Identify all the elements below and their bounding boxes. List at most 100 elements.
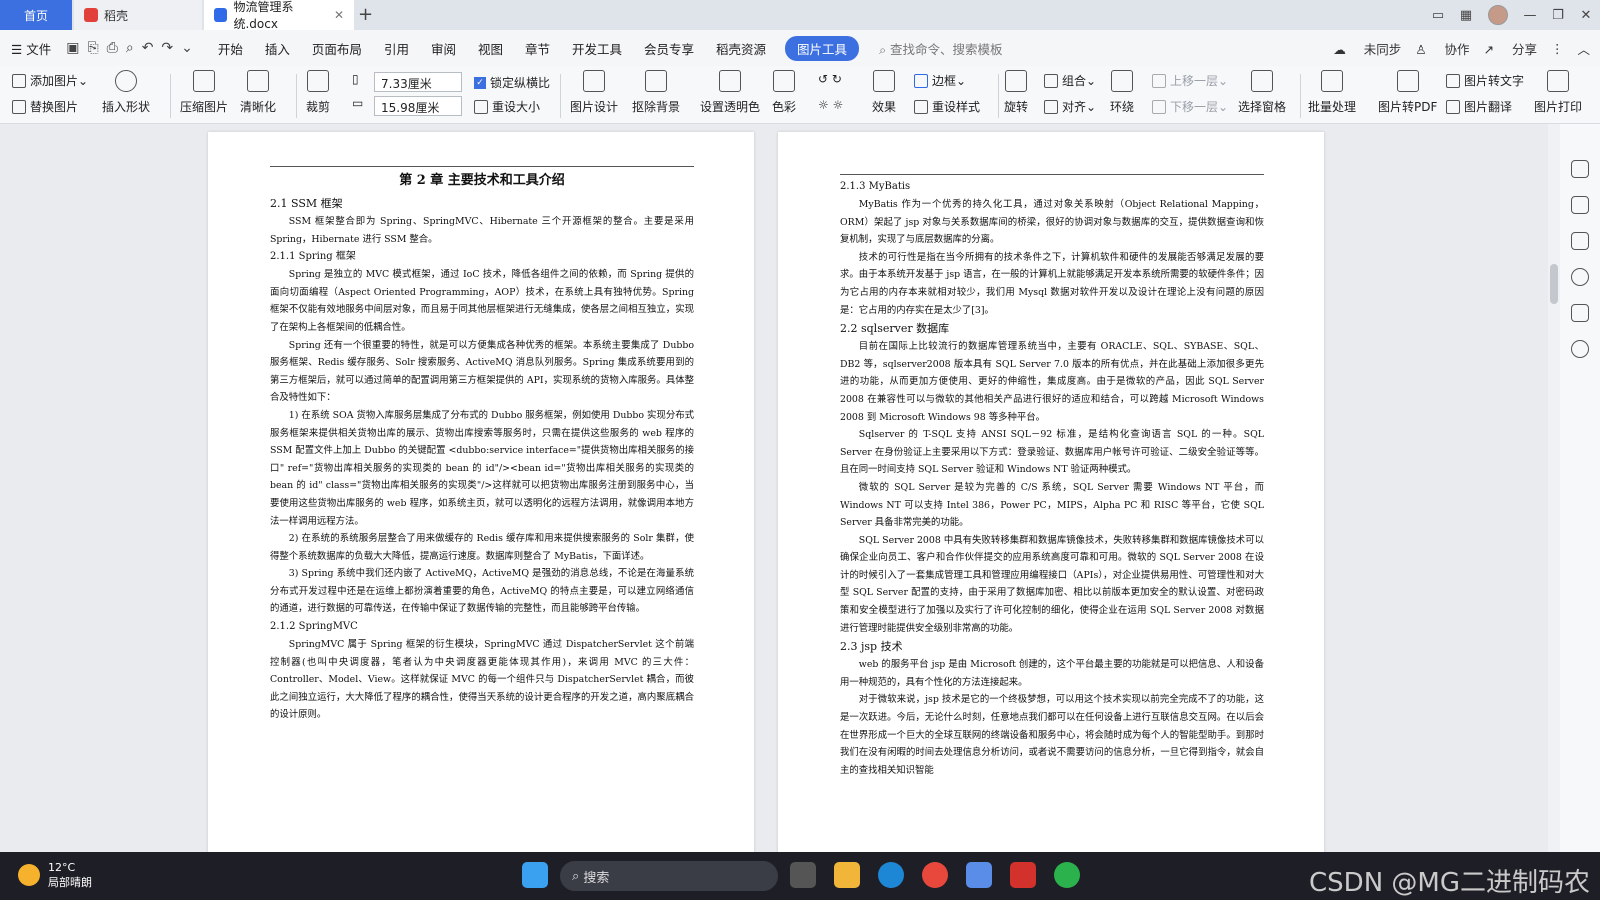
paragraph[interactable]: 微软的 SQL Server 是较为完善的 C/S 系统，SQL Server …	[840, 479, 1264, 532]
add-tab-icon[interactable]: +	[358, 4, 373, 25]
restore-icon[interactable]: ❐	[1544, 8, 1572, 23]
windows-start-icon[interactable]	[522, 862, 548, 888]
paragraph[interactable]: Sqlserver 的 T-SQL 支持 ANSI SQL－92 标准，是结构化…	[840, 426, 1264, 479]
print-icon[interactable]: ⎙	[103, 40, 122, 56]
vertical-scrollbar[interactable]	[1548, 124, 1560, 852]
image-edit-icon[interactable]	[1571, 304, 1589, 322]
paragraph[interactable]: 1) 在系统 SOA 货物入库服务层集成了分布式的 Dubbo 服务框架，例如使…	[270, 407, 694, 530]
command-search[interactable]: ⌕ 查找命令、搜索模板	[879, 39, 1003, 58]
document-canvas[interactable]: 第 2 章 主要技术和工具介绍 2.1 SSM 框架 SSM 框架整合即为 Sp…	[0, 124, 1548, 852]
chevron-down-icon[interactable]: ⌄	[177, 40, 197, 56]
avatar[interactable]	[1488, 5, 1508, 25]
wps-icon[interactable]	[1010, 862, 1036, 888]
menu-review[interactable]: 审阅	[420, 39, 467, 58]
height-input[interactable]: 15.98厘米	[374, 96, 462, 116]
to-pdf-button[interactable]: 图片转PDF	[1378, 70, 1437, 115]
pen-icon[interactable]	[1571, 160, 1589, 178]
border-button[interactable]: 边框 ⌄	[914, 72, 966, 89]
menu-view[interactable]: 视图	[467, 39, 514, 58]
tab-daoke[interactable]: 稻壳	[74, 0, 202, 30]
remove-background-button[interactable]: 抠除背景	[632, 70, 680, 115]
paragraph[interactable]: SQL Server 2008 中具有失败转移集群和数据库镜像技术，失败转移集群…	[840, 532, 1264, 638]
app-icon[interactable]	[966, 862, 992, 888]
help-icon[interactable]	[1571, 268, 1589, 286]
menu-layout[interactable]: 页面布局	[301, 39, 373, 58]
menu-devtools[interactable]: 开发工具	[561, 39, 633, 58]
paragraph[interactable]: 对于微软来说，jsp 技术是它的一个终极梦想，可以用这个技术实现以前完全完成不了…	[840, 691, 1264, 779]
batch-process-button[interactable]: 批量处理	[1308, 70, 1356, 115]
save-icon[interactable]: ▣	[62, 40, 83, 56]
menu-insert[interactable]: 插入	[254, 39, 301, 58]
compress-button[interactable]: 压缩图片	[180, 70, 228, 115]
brightness-icon[interactable]: ☼ ☼	[818, 98, 843, 112]
paragraph[interactable]: Spring 是独立的 MVC 模式框架，通过 IoC 技术，降低各组件之间的依…	[270, 266, 694, 336]
to-text-button[interactable]: 图片转文字	[1446, 72, 1524, 89]
undo-icon[interactable]: ↶	[138, 40, 158, 56]
page-text-right[interactable]: 2.1.3 MyBatis MyBatis 作为一个优秀的持久化工具，通过对象关…	[840, 178, 1264, 779]
menu-member[interactable]: 会员专享	[633, 39, 705, 58]
section-heading[interactable]: 2.1 SSM 框架	[270, 194, 694, 213]
menu-chapter[interactable]: 章节	[514, 39, 561, 58]
paragraph[interactable]: Spring 还有一个很重要的特性，就是可以方便集成各种优秀的框架。本系统主要集…	[270, 337, 694, 407]
menu-daoke-resources[interactable]: 稻壳资源	[705, 39, 777, 58]
store-icon[interactable]	[790, 862, 816, 888]
paragraph[interactable]: web 的服务平台 jsp 是由 Microsoft 创建的，这个平台最主要的功…	[840, 656, 1264, 691]
menu-reference[interactable]: 引用	[373, 39, 420, 58]
wechat-icon[interactable]	[1054, 862, 1080, 888]
sharpen-button[interactable]: 清晰化	[240, 70, 276, 115]
chrome-icon[interactable]	[922, 862, 948, 888]
paragraph[interactable]: 3) Spring 系统中我们还内嵌了 ActiveMQ，ActiveMQ 是强…	[270, 565, 694, 618]
picture-design-button[interactable]: 图片设计	[570, 70, 618, 115]
select-pane-button[interactable]: 选择窗格	[1238, 70, 1286, 115]
compass-icon[interactable]	[1571, 340, 1589, 358]
down-layer-button[interactable]: 下移一层 ⌄	[1152, 98, 1228, 115]
rotate-left-icon[interactable]: ↺ ↻	[818, 72, 842, 86]
export-icon[interactable]: ⎘	[83, 40, 102, 56]
up-layer-button[interactable]: 上移一层 ⌄	[1152, 72, 1228, 89]
grid-icon[interactable]: ▦	[1452, 8, 1480, 23]
taskbar-search[interactable]: ⌕ 搜索	[560, 861, 778, 891]
collab-button[interactable]: ♙ 协作	[1415, 39, 1469, 58]
menu-picture-tools[interactable]: 图片工具	[785, 35, 860, 61]
effect-button[interactable]: 效果	[872, 70, 896, 115]
document-page-right[interactable]: 2.1.3 MyBatis MyBatis 作为一个优秀的持久化工具，通过对象关…	[778, 132, 1324, 852]
file-menu[interactable]: ☰ 文件	[0, 39, 62, 58]
page-text-left[interactable]: 第 2 章 主要技术和工具介绍 2.1 SSM 框架 SSM 框架整合即为 Sp…	[270, 170, 694, 724]
add-image-button[interactable]: 添加图片 ⌄	[12, 72, 88, 89]
crop-button[interactable]: 裁剪	[306, 70, 330, 115]
more-icon[interactable]: ⋮	[1551, 41, 1564, 56]
translate-button[interactable]: 图片翻译	[1446, 98, 1512, 115]
section-heading[interactable]: 2.1.2 SpringMVC	[270, 618, 694, 636]
width-input[interactable]: 7.33厘米	[374, 72, 462, 92]
section-heading[interactable]: 2.2 sqlserver 数据库	[840, 319, 1264, 338]
minimize-icon[interactable]: —	[1516, 8, 1544, 23]
folder-icon[interactable]	[834, 862, 860, 888]
collapse-ribbon-icon[interactable]: ︿	[1577, 39, 1590, 58]
paragraph[interactable]: 2) 在系统的系统服务层整合了用来做缓存的 Redis 缓存库和用来提供搜索服务…	[270, 530, 694, 565]
weather-widget[interactable]: 12°C 局部晴朗	[18, 860, 92, 890]
paragraph[interactable]: SpringMVC 属于 Spring 框架的衍生模块，SpringMVC 通过…	[270, 636, 694, 724]
picture-print-button[interactable]: 图片打印	[1534, 70, 1582, 115]
preview-icon[interactable]: ⌕	[122, 40, 138, 56]
cursor-icon[interactable]	[1571, 196, 1589, 214]
reset-style-button[interactable]: 重设样式	[914, 98, 980, 115]
reset-size-button[interactable]: 重设大小	[474, 98, 540, 115]
paragraph[interactable]: SSM 框架整合即为 Spring、SpringMVC、Hibernate 三个…	[270, 213, 694, 248]
paragraph[interactable]: MyBatis 作为一个优秀的持久化工具，通过对象关系映射（Object Rel…	[840, 196, 1264, 249]
sync-button[interactable]: ☁ 未同步	[1333, 39, 1401, 58]
tab-home[interactable]: 首页	[0, 0, 72, 30]
chapter-heading[interactable]: 第 2 章 主要技术和工具介绍	[270, 170, 694, 192]
document-page-left[interactable]: 第 2 章 主要技术和工具介绍 2.1 SSM 框架 SSM 框架整合即为 Sp…	[208, 132, 754, 852]
edge-icon[interactable]	[878, 862, 904, 888]
paragraph[interactable]: 技术的可行性是指在当今所拥有的技术条件之下，计算机软件和硬件的发展能否够满足发展…	[840, 249, 1264, 319]
section-heading[interactable]: 2.1.3 MyBatis	[840, 178, 1264, 196]
share-button[interactable]: ↗ 分享	[1484, 39, 1537, 58]
close-tab-icon[interactable]: ✕	[334, 8, 344, 22]
section-heading[interactable]: 2.3 jsp 技术	[840, 637, 1264, 656]
lock-ratio-checkbox[interactable]: ✓ 锁定纵横比	[474, 74, 550, 91]
scroll-thumb[interactable]	[1550, 264, 1558, 304]
layout-icon[interactable]: ▭	[1424, 8, 1452, 23]
paragraph[interactable]: 目前在国际上比较流行的数据库管理系统当中，主要有 ORACLE、SQL、SYBA…	[840, 338, 1264, 426]
tab-document[interactable]: 物流管理系统.docx ✕	[204, 0, 354, 31]
rotate-button[interactable]: 旋转	[1004, 70, 1028, 115]
